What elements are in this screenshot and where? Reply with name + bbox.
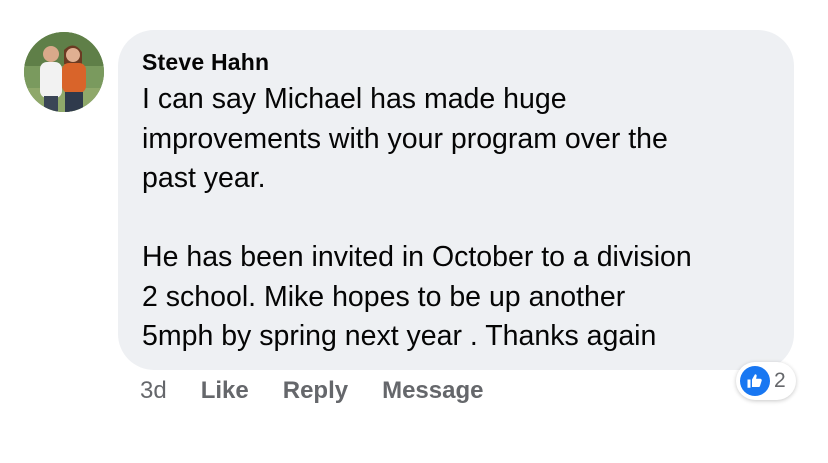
like-button[interactable]: Like — [201, 377, 249, 405]
avatar[interactable] — [24, 32, 104, 112]
reaction-summary[interactable]: 2 — [736, 362, 796, 400]
reaction-count: 2 — [774, 369, 786, 392]
comment-text: I can say Michael has made huge improvem… — [142, 83, 692, 352]
comment-bubble: Steve Hahn I can say Michael has made hu… — [118, 30, 794, 370]
comment-actions: 3d Like Reply Message — [140, 373, 517, 409]
avatar-photo — [24, 32, 104, 112]
message-button[interactable]: Message — [382, 377, 483, 405]
thumbs-up-icon — [740, 366, 770, 396]
comment-timestamp[interactable]: 3d — [140, 377, 167, 405]
comment-author[interactable]: Steve Hahn — [142, 46, 770, 78]
reply-button[interactable]: Reply — [283, 377, 348, 405]
comment: Steve Hahn I can say Michael has made hu… — [0, 0, 828, 463]
